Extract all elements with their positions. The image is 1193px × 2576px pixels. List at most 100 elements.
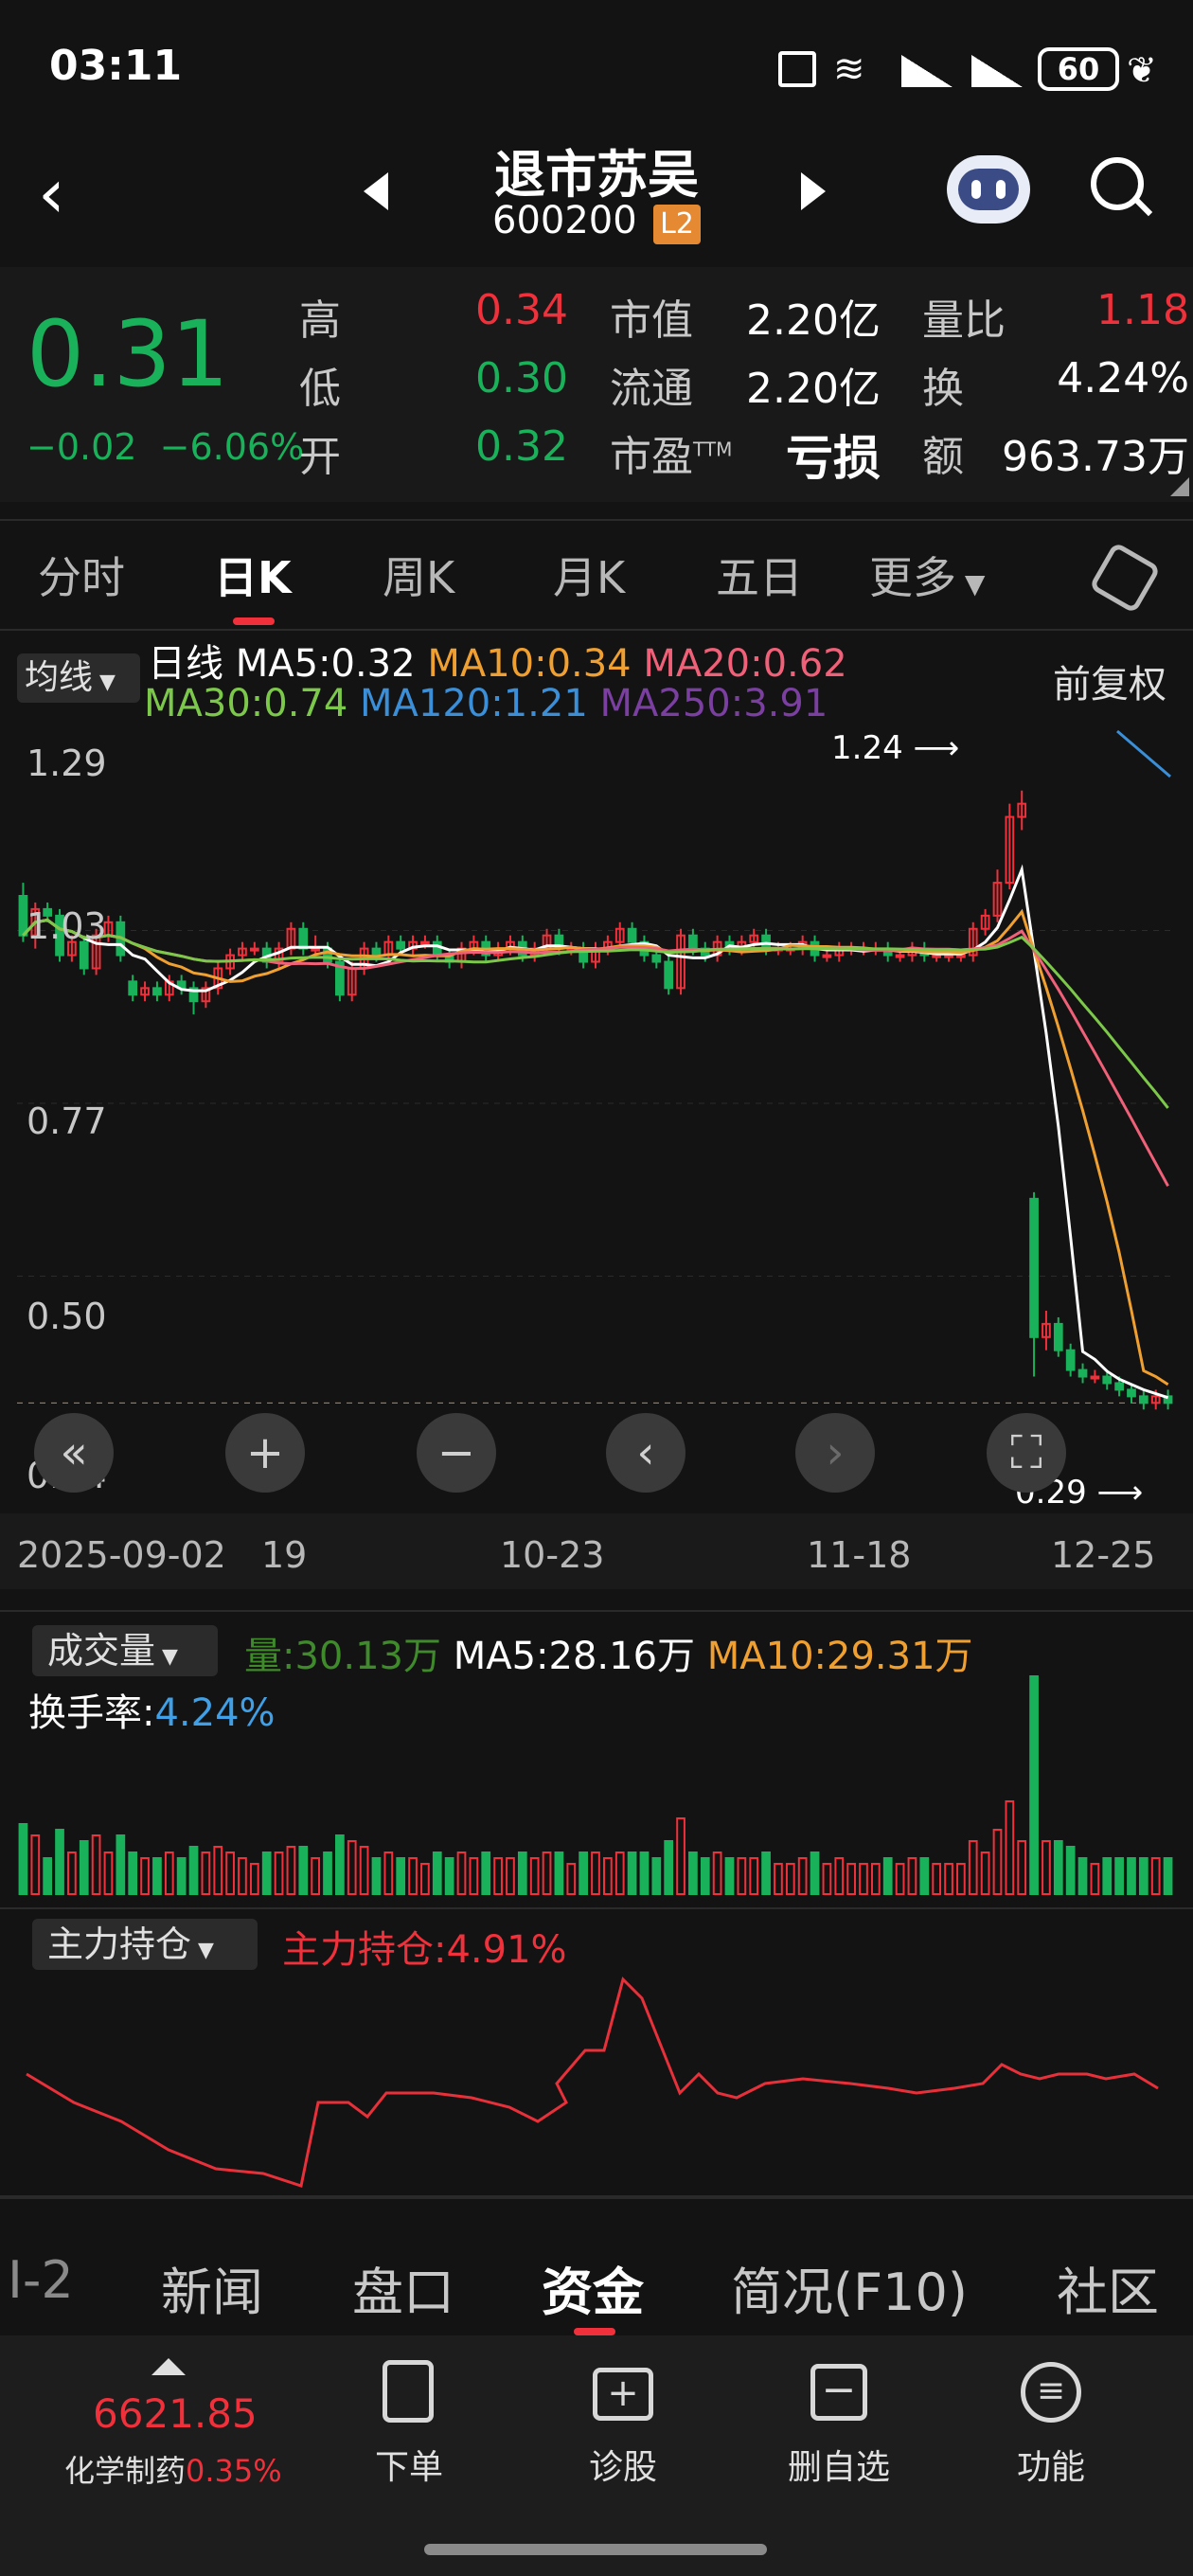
volume-bar [176,1857,187,1895]
index-change: 0.35% [186,2453,282,2489]
volume-bar [968,1840,978,1895]
volume-bar [907,1857,917,1895]
volume-bar [298,1846,309,1895]
tab-five-day[interactable]: 五日 [716,544,803,606]
next-stock-icon[interactable] [801,172,826,210]
price-change: −0.02 −6.06% [27,426,304,468]
news-tab-community[interactable]: 社区 [1057,2250,1159,2325]
volume-bar [116,1834,126,1895]
active-tab-underline [233,617,275,625]
volume-bar [566,1863,577,1895]
order-button[interactable]: 下单 [324,2354,494,2496]
status-time: 03:11 [49,42,183,90]
home-indicator[interactable] [424,2544,767,2555]
last-price: 0.31 [27,301,229,407]
volume-bar [493,1857,503,1895]
index-value[interactable]: 6621.85 [93,2390,258,2437]
volume-bar [895,1863,905,1895]
price-change-pct: −6.06% [159,426,305,468]
candle-body [249,947,259,952]
diagnose-button[interactable]: + 诊股 [538,2354,708,2496]
tab-weekly-k[interactable]: 周K [383,544,454,606]
settings-hexagon-icon[interactable] [1088,541,1162,615]
candle-body [1029,1197,1039,1338]
label-open: 开 [299,433,341,481]
volume-bar [1138,1857,1148,1895]
volume-divider [0,1610,1193,1612]
zoom-out-button[interactable]: − [417,1413,496,1493]
volume-bar [1042,1840,1051,1895]
volume-bar [1114,1857,1124,1895]
expand-corner-icon[interactable] [1170,477,1189,496]
volume-bar [408,1857,418,1895]
x-tick-1: 2025-09-02 [17,1534,226,1576]
volume-bar [396,1857,406,1895]
signal-icon [901,55,953,87]
tab-monthly-k[interactable]: 月K [553,544,625,606]
volume-bar [797,1857,808,1895]
daily-line-label: 日线 [148,642,223,686]
fullscreen-button[interactable]: ⛶ [987,1413,1066,1493]
value-volume-ratio: 1.18 [1096,286,1189,334]
news-tab-funds[interactable]: 资金 [542,2250,644,2325]
volume-bar [225,1852,235,1895]
tab-more[interactable]: 更多 ▼ [869,544,985,606]
wifi-icon: ≋ [833,47,865,91]
volume-bar [664,1840,674,1895]
volume-bar [822,1863,832,1895]
minus-box-icon: − [810,2364,867,2421]
volume-bar [43,1857,53,1895]
scroll-left-button[interactable]: ‹ [606,1413,686,1493]
chevron-down-icon: ▼ [191,1939,214,1962]
index-info[interactable]: 化学制药0.35% [64,2447,282,2491]
ma-selector[interactable]: 均线 ▼ [17,653,140,703]
volume-bar [347,1840,357,1895]
volume-bar [359,1846,369,1895]
value-amount: 963.73万 [1002,433,1189,481]
ma5-label: MA5:0.32 [235,642,416,686]
volume-bar [432,1852,442,1895]
volume-bar [1150,1857,1161,1895]
ma30-label: MA30:0.74 [144,682,348,725]
tab-daily-k[interactable]: 日K [214,544,292,606]
volume-bar [140,1857,150,1895]
zoom-in-button[interactable]: + [225,1413,305,1493]
candle-body [1077,1368,1088,1378]
candle-body [1138,1395,1148,1404]
rewind-button[interactable]: « [34,1413,114,1493]
holding-chart [26,1977,1159,2188]
scroll-right-button[interactable]: › [795,1413,875,1493]
news-tab-prev[interactable]: I-2 [8,2250,74,2310]
volume-bar [774,1863,783,1895]
kline-chart[interactable] [17,729,1174,1506]
document-icon [383,2360,434,2423]
volume-bar [30,1834,41,1895]
news-tab-f10[interactable]: 简况(F10) [731,2250,968,2325]
volume-bar [980,1852,990,1895]
volume-bar [724,1857,735,1895]
volume-bar [456,1852,467,1895]
value-market-cap: 2.20亿 [746,296,881,345]
adjust-mode-button[interactable]: 前复权 [1053,653,1166,708]
volume-bar [481,1852,491,1895]
candle-body [1065,1349,1076,1371]
candle-body [688,934,698,950]
candle-body [956,954,966,958]
volume-chart[interactable] [17,1667,1174,1904]
volume-bar [944,1863,953,1895]
sim-icon [778,51,816,87]
news-tab-news[interactable]: 新闻 [161,2250,263,2325]
function-button[interactable]: ≡ 功能 [966,2354,1136,2496]
news-tab-orderbook[interactable]: 盘口 [352,2250,454,2325]
robot-assistant-icon[interactable] [947,155,1030,224]
ma-legend-row-1: 日线 MA5:0.32 MA10:0.34 MA20:0.62 [148,633,847,688]
volume-bar [286,1846,296,1895]
menu-circle-icon: ≡ [1021,2362,1081,2423]
volume-bar [651,1857,662,1895]
y-tick-2: 1.03 [27,905,107,947]
remove-watchlist-button[interactable]: − 删自选 [754,2354,924,2496]
battery-icon: 60 [1038,47,1119,91]
tab-intraday[interactable]: 分时 [38,544,125,606]
candle-body [396,940,406,950]
value-low: 0.30 [475,354,568,402]
